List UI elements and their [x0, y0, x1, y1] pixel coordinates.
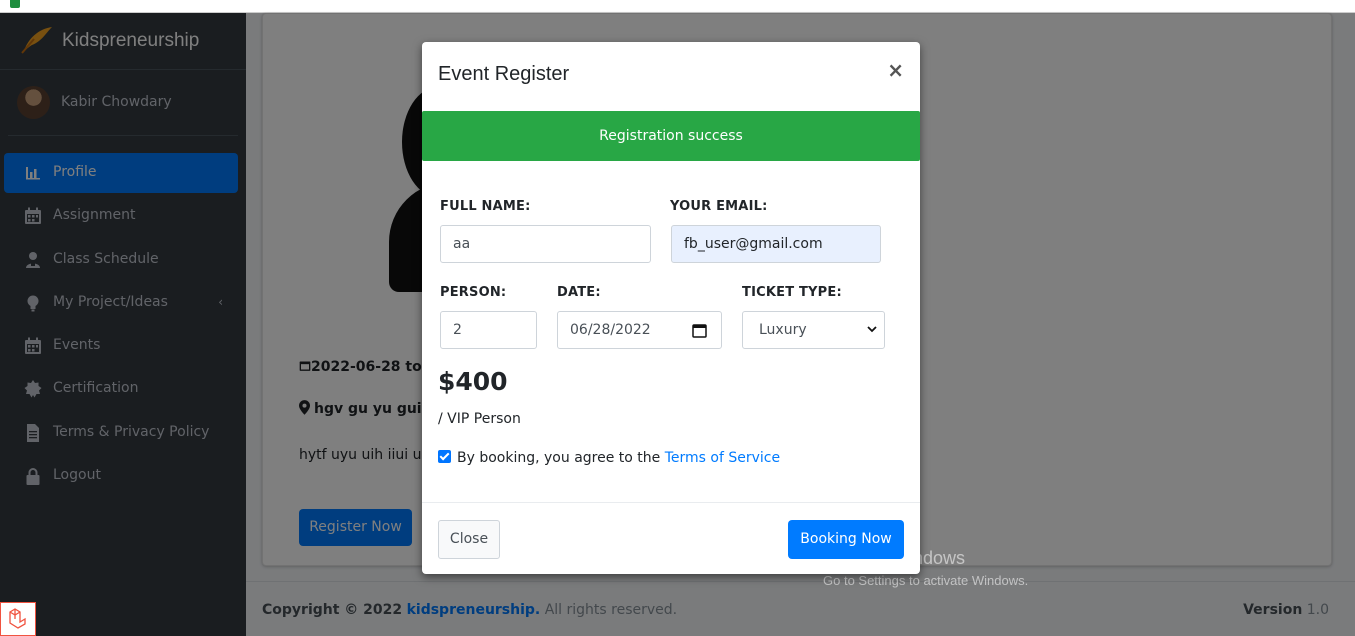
agree-text: By booking, you agree to the — [457, 450, 661, 466]
event-register-modal: Event Register × Registration success FU… — [422, 42, 920, 574]
tab-favicon-icon — [10, 0, 20, 8]
date-label: DATE: — [557, 285, 601, 300]
success-alert: Registration success — [422, 111, 920, 161]
full-name-label: FULL NAME: — [440, 199, 531, 214]
booking-now-button[interactable]: Booking Now — [788, 520, 904, 559]
terms-agreement[interactable]: By booking, you agree to the Terms of Se… — [438, 450, 780, 466]
email-input[interactable]: fb_user@gmail.com — [671, 225, 881, 263]
date-input[interactable]: 06/28/2022 — [557, 311, 722, 349]
laravel-logo-icon — [9, 608, 26, 629]
date-value: 06/28/2022 — [570, 322, 651, 338]
ticket-price: $400 — [438, 367, 508, 396]
ticket-type-label: TICKET TYPE: — [742, 285, 842, 300]
browser-top-strip — [0, 0, 1355, 13]
person-input[interactable]: 2 — [440, 311, 537, 349]
calendar-picker-icon[interactable] — [692, 323, 707, 338]
debugbar-icon[interactable] — [0, 602, 36, 636]
email-label: YOUR EMAIL: — [670, 199, 768, 214]
modal-footer-divider — [422, 502, 920, 503]
ticket-type-value: Luxury — [759, 322, 807, 338]
modal-title: Event Register — [438, 63, 570, 85]
watermark-line2: Go to Settings to activate Windows. — [823, 573, 1029, 588]
ticket-type-select[interactable]: Luxury — [742, 311, 885, 349]
agree-checkbox[interactable] — [438, 450, 451, 463]
full-name-input[interactable]: aa — [440, 225, 651, 263]
terms-of-service-link[interactable]: Terms of Service — [665, 450, 780, 466]
price-unit: / VIP Person — [438, 411, 521, 427]
chevron-down-icon — [867, 326, 877, 333]
close-button[interactable]: Close — [438, 520, 500, 559]
close-icon[interactable]: × — [887, 58, 904, 82]
person-label: PERSON: — [440, 285, 507, 300]
